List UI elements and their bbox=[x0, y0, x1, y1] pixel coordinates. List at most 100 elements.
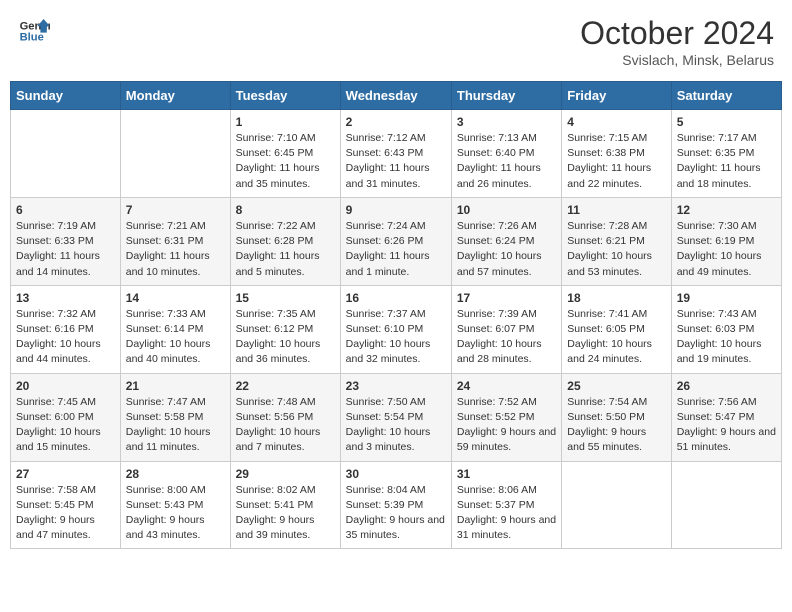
day-number: 23 bbox=[346, 379, 446, 393]
day-info: Sunrise: 7:52 AM Sunset: 5:52 PM Dayligh… bbox=[457, 395, 556, 456]
day-cell: 17Sunrise: 7:39 AM Sunset: 6:07 PM Dayli… bbox=[451, 285, 561, 373]
week-row-5: 27 Sunrise: 7:58 AM Sunset: 5:45 PM Dayli… bbox=[11, 461, 782, 549]
day-cell: 30 Sunrise: 8:04 AM Sunset: 5:39 PM Dayli… bbox=[340, 461, 451, 549]
week-row-3: 13Sunrise: 7:32 AM Sunset: 6:16 PM Dayli… bbox=[11, 285, 782, 373]
weekday-header-row: SundayMondayTuesdayWednesdayThursdayFrid… bbox=[11, 82, 782, 110]
day-info: Sunrise: 7:33 AM Sunset: 6:14 PM Dayligh… bbox=[126, 307, 225, 368]
week-row-1: 1 Sunrise: 7:10 AM Sunset: 6:45 PM Daylig… bbox=[11, 110, 782, 198]
day-info: Sunrise: 7:30 AM Sunset: 6:19 PM Dayligh… bbox=[677, 219, 776, 280]
day-info: Sunrise: 7:12 AM Sunset: 6:43 PM Dayligh… bbox=[346, 131, 446, 192]
day-cell: 1 Sunrise: 7:10 AM Sunset: 6:45 PM Daylig… bbox=[230, 110, 340, 198]
day-cell: 15 Sunrise: 7:35 AM Sunset: 6:12 PM Dayli… bbox=[230, 285, 340, 373]
day-number: 21 bbox=[126, 379, 225, 393]
day-cell bbox=[562, 461, 671, 549]
day-info: Sunrise: 7:58 AM Sunset: 5:45 PM Dayligh… bbox=[16, 483, 115, 544]
day-cell: 4Sunrise: 7:15 AM Sunset: 6:38 PM Daylig… bbox=[562, 110, 671, 198]
day-number: 17 bbox=[457, 291, 556, 305]
day-number: 18 bbox=[567, 291, 665, 305]
day-info: Sunrise: 7:35 AM Sunset: 6:12 PM Dayligh… bbox=[236, 307, 335, 368]
week-row-4: 20Sunrise: 7:45 AM Sunset: 6:00 PM Dayli… bbox=[11, 373, 782, 461]
day-cell: 9 Sunrise: 7:24 AM Sunset: 6:26 PM Daylig… bbox=[340, 197, 451, 285]
day-number: 29 bbox=[236, 467, 335, 481]
day-number: 1 bbox=[236, 115, 335, 129]
weekday-header-wednesday: Wednesday bbox=[340, 82, 451, 110]
day-info: Sunrise: 7:37 AM Sunset: 6:10 PM Dayligh… bbox=[346, 307, 446, 368]
day-cell bbox=[120, 110, 230, 198]
day-info: Sunrise: 7:26 AM Sunset: 6:24 PM Dayligh… bbox=[457, 219, 556, 280]
day-cell: 22Sunrise: 7:48 AM Sunset: 5:56 PM Dayli… bbox=[230, 373, 340, 461]
title-block: October 2024 Svislach, Minsk, Belarus bbox=[580, 15, 774, 68]
day-info: Sunrise: 8:00 AM Sunset: 5:43 PM Dayligh… bbox=[126, 483, 225, 544]
day-info: Sunrise: 7:32 AM Sunset: 6:16 PM Dayligh… bbox=[16, 307, 115, 368]
day-info: Sunrise: 7:13 AM Sunset: 6:40 PM Dayligh… bbox=[457, 131, 556, 192]
day-info: Sunrise: 7:47 AM Sunset: 5:58 PM Dayligh… bbox=[126, 395, 225, 456]
month-title: October 2024 bbox=[580, 15, 774, 52]
day-number: 7 bbox=[126, 203, 225, 217]
day-info: Sunrise: 7:41 AM Sunset: 6:05 PM Dayligh… bbox=[567, 307, 665, 368]
day-cell: 14 Sunrise: 7:33 AM Sunset: 6:14 PM Dayli… bbox=[120, 285, 230, 373]
day-number: 30 bbox=[346, 467, 446, 481]
day-cell: 7 Sunrise: 7:21 AM Sunset: 6:31 PM Daylig… bbox=[120, 197, 230, 285]
day-cell: 2 Sunrise: 7:12 AM Sunset: 6:43 PM Daylig… bbox=[340, 110, 451, 198]
day-cell: 27 Sunrise: 7:58 AM Sunset: 5:45 PM Dayli… bbox=[11, 461, 121, 549]
day-cell: 21 Sunrise: 7:47 AM Sunset: 5:58 PM Dayli… bbox=[120, 373, 230, 461]
day-cell: 19Sunrise: 7:43 AM Sunset: 6:03 PM Dayli… bbox=[671, 285, 781, 373]
day-info: Sunrise: 7:10 AM Sunset: 6:45 PM Dayligh… bbox=[236, 131, 335, 192]
day-cell: 28 Sunrise: 8:00 AM Sunset: 5:43 PM Dayli… bbox=[120, 461, 230, 549]
day-number: 16 bbox=[346, 291, 446, 305]
page-header: General Blue October 2024 Svislach, Mins… bbox=[10, 10, 782, 73]
day-number: 15 bbox=[236, 291, 335, 305]
day-number: 25 bbox=[567, 379, 665, 393]
logo-icon: General Blue bbox=[18, 15, 50, 47]
weekday-header-sunday: Sunday bbox=[11, 82, 121, 110]
day-number: 2 bbox=[346, 115, 446, 129]
day-cell: 26Sunrise: 7:56 AM Sunset: 5:47 PM Dayli… bbox=[671, 373, 781, 461]
day-info: Sunrise: 7:21 AM Sunset: 6:31 PM Dayligh… bbox=[126, 219, 225, 280]
day-number: 3 bbox=[457, 115, 556, 129]
day-number: 19 bbox=[677, 291, 776, 305]
day-info: Sunrise: 7:19 AM Sunset: 6:33 PM Dayligh… bbox=[16, 219, 115, 280]
day-info: Sunrise: 7:28 AM Sunset: 6:21 PM Dayligh… bbox=[567, 219, 665, 280]
day-number: 14 bbox=[126, 291, 225, 305]
weekday-header-monday: Monday bbox=[120, 82, 230, 110]
day-info: Sunrise: 7:48 AM Sunset: 5:56 PM Dayligh… bbox=[236, 395, 335, 456]
day-info: Sunrise: 8:06 AM Sunset: 5:37 PM Dayligh… bbox=[457, 483, 556, 544]
day-cell: 29 Sunrise: 8:02 AM Sunset: 5:41 PM Dayli… bbox=[230, 461, 340, 549]
svg-text:Blue: Blue bbox=[20, 32, 44, 44]
day-cell: 13Sunrise: 7:32 AM Sunset: 6:16 PM Dayli… bbox=[11, 285, 121, 373]
day-number: 26 bbox=[677, 379, 776, 393]
day-cell bbox=[671, 461, 781, 549]
week-row-2: 6 Sunrise: 7:19 AM Sunset: 6:33 PM Daylig… bbox=[11, 197, 782, 285]
day-cell: 5 Sunrise: 7:17 AM Sunset: 6:35 PM Daylig… bbox=[671, 110, 781, 198]
day-info: Sunrise: 7:45 AM Sunset: 6:00 PM Dayligh… bbox=[16, 395, 115, 456]
day-cell: 10 Sunrise: 7:26 AM Sunset: 6:24 PM Dayli… bbox=[451, 197, 561, 285]
day-info: Sunrise: 7:15 AM Sunset: 6:38 PM Dayligh… bbox=[567, 131, 665, 192]
day-cell: 8 Sunrise: 7:22 AM Sunset: 6:28 PM Daylig… bbox=[230, 197, 340, 285]
day-number: 6 bbox=[16, 203, 115, 217]
day-number: 9 bbox=[346, 203, 446, 217]
day-info: Sunrise: 7:17 AM Sunset: 6:35 PM Dayligh… bbox=[677, 131, 776, 192]
day-cell: 23 Sunrise: 7:50 AM Sunset: 5:54 PM Dayli… bbox=[340, 373, 451, 461]
day-number: 28 bbox=[126, 467, 225, 481]
day-number: 8 bbox=[236, 203, 335, 217]
day-number: 5 bbox=[677, 115, 776, 129]
location: Svislach, Minsk, Belarus bbox=[580, 52, 774, 68]
weekday-header-saturday: Saturday bbox=[671, 82, 781, 110]
weekday-header-tuesday: Tuesday bbox=[230, 82, 340, 110]
day-info: Sunrise: 7:54 AM Sunset: 5:50 PM Dayligh… bbox=[567, 395, 665, 456]
day-number: 10 bbox=[457, 203, 556, 217]
day-number: 27 bbox=[16, 467, 115, 481]
day-cell: 3 Sunrise: 7:13 AM Sunset: 6:40 PM Daylig… bbox=[451, 110, 561, 198]
day-info: Sunrise: 7:22 AM Sunset: 6:28 PM Dayligh… bbox=[236, 219, 335, 280]
day-info: Sunrise: 7:50 AM Sunset: 5:54 PM Dayligh… bbox=[346, 395, 446, 456]
day-info: Sunrise: 8:04 AM Sunset: 5:39 PM Dayligh… bbox=[346, 483, 446, 544]
day-cell: 11Sunrise: 7:28 AM Sunset: 6:21 PM Dayli… bbox=[562, 197, 671, 285]
day-info: Sunrise: 8:02 AM Sunset: 5:41 PM Dayligh… bbox=[236, 483, 335, 544]
day-cell bbox=[11, 110, 121, 198]
calendar-table: SundayMondayTuesdayWednesdayThursdayFrid… bbox=[10, 81, 782, 549]
day-info: Sunrise: 7:24 AM Sunset: 6:26 PM Dayligh… bbox=[346, 219, 446, 280]
day-cell: 18 Sunrise: 7:41 AM Sunset: 6:05 PM Dayli… bbox=[562, 285, 671, 373]
day-cell: 31 Sunrise: 8:06 AM Sunset: 5:37 PM Dayli… bbox=[451, 461, 561, 549]
day-number: 31 bbox=[457, 467, 556, 481]
day-cell: 12Sunrise: 7:30 AM Sunset: 6:19 PM Dayli… bbox=[671, 197, 781, 285]
